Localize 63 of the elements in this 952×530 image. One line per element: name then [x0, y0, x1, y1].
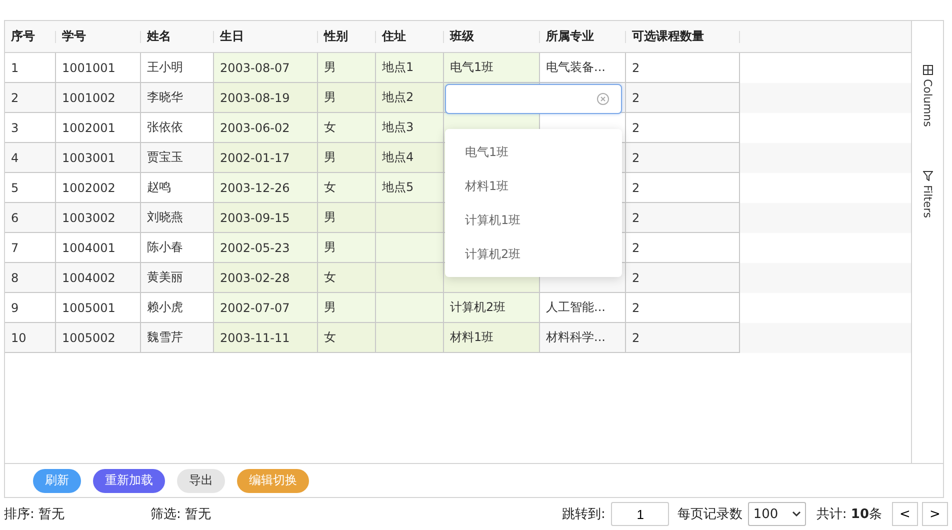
table-cell: 2 — [626, 323, 740, 353]
table-cell: 1005002 — [56, 323, 141, 353]
sort-status: 排序: 暂无 — [4, 506, 65, 523]
column-header[interactable]: 住址 — [376, 21, 444, 52]
page-size-label: 每页记录数 — [677, 506, 742, 523]
table-cell: 女 — [318, 113, 376, 143]
column-header[interactable]: 班级 — [444, 21, 540, 52]
dropdown-option[interactable]: 计算机1班 — [445, 203, 622, 237]
dropdown-option[interactable]: 计算机2班 — [445, 237, 622, 271]
column-header[interactable]: 可选课程数量 — [626, 21, 740, 52]
columns-icon — [922, 65, 932, 75]
table-cell: 男 — [318, 83, 376, 113]
column-header[interactable]: 性别 — [318, 21, 376, 52]
dropdown-option[interactable]: 电气1班 — [445, 135, 622, 169]
table-cell: 男 — [318, 143, 376, 173]
table-cell: 2003-09-15 — [214, 203, 318, 233]
table-cell: 2002-07-07 — [214, 293, 318, 323]
table-cell: 2003-08-07 — [214, 53, 318, 83]
column-header[interactable]: 姓名 — [141, 21, 214, 52]
filter-icon — [922, 170, 932, 181]
table-cell: 女 — [318, 323, 376, 353]
chevron-down-icon — [792, 511, 802, 517]
previous-page-button[interactable]: < — [892, 502, 918, 526]
column-header[interactable]: 学号 — [56, 21, 141, 52]
table-cell: 地点3 — [376, 113, 444, 143]
table-cell: 2002-05-23 — [214, 233, 318, 263]
table-cell: 电气1班 — [444, 53, 540, 83]
table-cell: 女 — [318, 173, 376, 203]
side-tab[interactable]: Filters — [921, 170, 934, 218]
table-cell: 地点5 — [376, 173, 444, 203]
table-cell: 男 — [318, 233, 376, 263]
dropdown-option[interactable]: 材料1班 — [445, 169, 622, 203]
table-cell: 2003-12-26 — [214, 173, 318, 203]
side-tab[interactable]: Columns — [921, 65, 934, 127]
next-page-button[interactable]: > — [922, 502, 948, 526]
clear-icon[interactable] — [597, 93, 609, 105]
table-cell: 2003-06-02 — [214, 113, 318, 143]
table-cell: 男 — [318, 293, 376, 323]
class-select-field[interactable] — [445, 84, 622, 114]
table-cell: 男 — [318, 203, 376, 233]
column-header[interactable]: 序号 — [5, 21, 56, 52]
table-cell: 2003-02-28 — [214, 263, 318, 293]
column-header[interactable]: 生日 — [214, 21, 318, 52]
jump-label: 跳转到: — [562, 506, 606, 523]
column-header[interactable]: 所属专业 — [540, 21, 626, 52]
table-cell: 10 — [5, 323, 56, 353]
total-count: 共计: 10条 — [816, 506, 882, 523]
page-input[interactable]: 1 — [611, 502, 670, 526]
table-cell: 地点1 — [376, 53, 444, 83]
filter-status: 筛选: 暂无 — [150, 506, 212, 523]
table-cell: 2003-08-19 — [214, 83, 318, 113]
table-cell: 2003-11-11 — [214, 323, 318, 353]
table-cell: 2002-01-17 — [214, 143, 318, 173]
table-cell: 男 — [318, 53, 376, 83]
page-size-select[interactable]: 100 — [748, 502, 806, 526]
table-cell: 材料1班 — [444, 323, 540, 353]
table-cell: 地点2 — [376, 83, 444, 113]
table-cell: 女 — [318, 263, 376, 293]
table-cell: 地点4 — [376, 143, 444, 173]
toolbar-button[interactable]: 重新加载 — [93, 468, 165, 492]
toolbar-button[interactable]: 导出 — [177, 468, 225, 492]
table-cell: 材料科学... — [540, 323, 626, 353]
table-cell: 计算机2班 — [444, 293, 540, 323]
